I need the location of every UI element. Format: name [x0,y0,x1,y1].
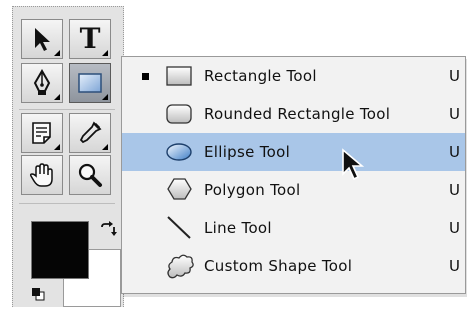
flyout-indicator-icon [102,50,108,56]
menu-item-label: Custom Shape Tool [204,257,353,275]
menu-item-label: Ellipse Tool [204,143,291,161]
line-icon [167,216,191,239]
custom-shape-icon [167,254,194,279]
default-colors-icon[interactable] [31,287,45,301]
notes-icon [32,122,51,144]
ellipse-icon [166,143,192,161]
divider [19,109,115,110]
selected-indicator-icon [142,72,149,80]
eyedropper-icon [79,121,102,144]
shortcut-key: U [449,105,460,123]
menu-item-rounded-rectangle-tool[interactable]: Rounded Rectangle Tool U [122,95,465,133]
rectangle-icon [78,73,102,93]
foreground-color-swatch[interactable] [31,221,89,279]
shortcut-key: U [449,219,460,237]
menu-item-line-tool[interactable]: Line Tool U [122,209,465,247]
mouse-pointer-icon [342,148,365,181]
menu-item-label: Rectangle Tool [204,67,317,85]
eyedropper-tool-button[interactable] [69,113,111,153]
zoom-tool-button[interactable] [69,155,111,195]
menu-item-label: Rounded Rectangle Tool [204,105,391,123]
hand-icon [29,163,53,187]
shortcut-key: U [449,67,460,85]
shortcut-key: U [449,181,460,199]
magnifier-icon [78,163,102,187]
menu-item-ellipse-tool[interactable]: Ellipse Tool U [122,133,465,171]
hand-tool-button[interactable] [21,155,63,195]
pen-tool-button[interactable] [21,63,63,103]
notes-tool-button[interactable] [21,113,63,153]
rectangle-icon [166,66,192,86]
type-tool-button[interactable]: T [69,19,111,59]
toolbox: T [12,6,124,307]
flyout-indicator-icon [102,94,108,100]
menu-item-label: Line Tool [204,219,272,237]
divider [19,203,115,204]
flyout-indicator-icon [54,94,60,100]
flyout-indicator-icon [102,144,108,150]
menu-item-label: Polygon Tool [204,181,301,199]
polygon-icon [167,178,192,200]
rounded-rectangle-icon [166,104,192,124]
swap-colors-icon[interactable] [99,221,117,239]
menu-item-rectangle-tool[interactable]: Rectangle Tool U [122,57,465,95]
menu-item-custom-shape-tool[interactable]: Custom Shape Tool U [122,247,465,285]
arrow-cursor-icon [35,28,50,51]
shape-tools-flyout-menu: Rectangle Tool U Rounded Rectangle Tool … [121,56,466,294]
move-tool-button[interactable] [21,19,63,59]
rectangle-tool-button[interactable] [69,63,111,103]
shortcut-key: U [449,257,460,275]
type-icon: T [79,22,101,55]
menu-item-polygon-tool[interactable]: Polygon Tool U [122,171,465,209]
shortcut-key: U [449,143,460,161]
flyout-indicator-icon [54,144,60,150]
flyout-indicator-icon [54,50,60,56]
pen-nib-icon [33,69,51,95]
